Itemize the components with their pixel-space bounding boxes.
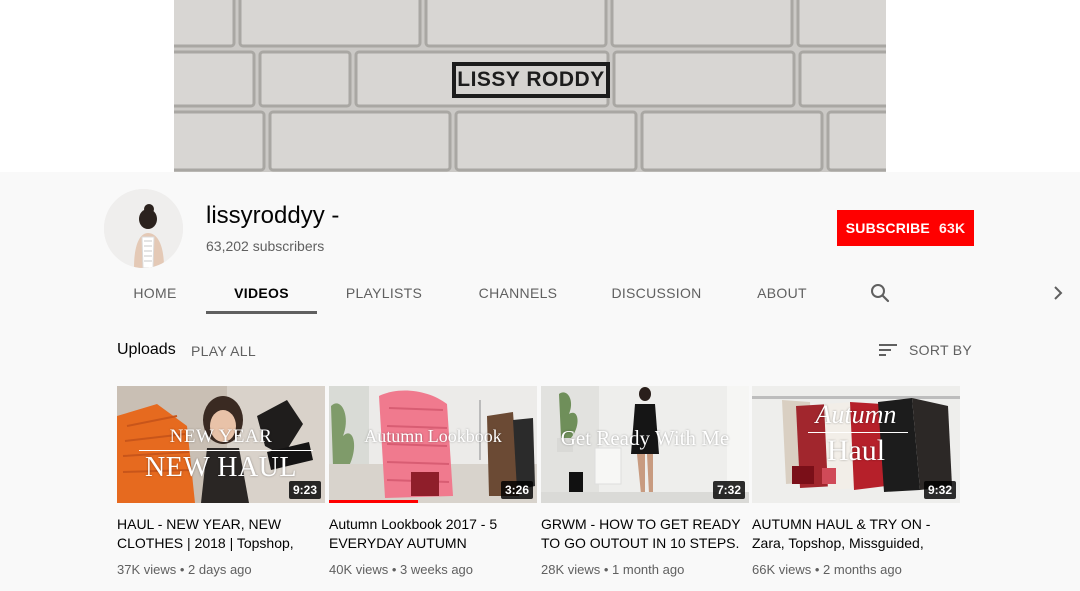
- video-card[interactable]: Get Ready With Me 7:32 GRWM - HOW TO GET…: [541, 386, 749, 577]
- channel-header: lissyroddyy - 63,202 subscribers SUBSCRI…: [0, 172, 1080, 315]
- video-meta: 37K views • 2 days ago: [117, 562, 252, 577]
- channel-tabs: HOME VIDEOS PLAYLISTS CHANNELS DISCUSSIO…: [0, 271, 1080, 315]
- avatar-image: [104, 189, 183, 268]
- video-title[interactable]: GRWM - HOW TO GET READY TO GO OUTOUT IN …: [541, 515, 749, 553]
- channel-logo: LISSY RODDY: [452, 62, 610, 98]
- video-duration: 7:32: [712, 481, 745, 499]
- video-duration: 9:32: [923, 481, 956, 499]
- channel-banner: LISSY RODDY: [174, 0, 886, 172]
- video-thumbnail[interactable]: Get Ready With Me 7:32: [541, 386, 749, 503]
- channel-avatar[interactable]: [104, 189, 183, 268]
- chevron-right-icon[interactable]: [1046, 281, 1070, 305]
- sort-by-button[interactable]: SORT BY: [909, 342, 972, 358]
- video-title[interactable]: HAUL - NEW YEAR, NEW CLOTHES | 2018 | To…: [117, 515, 325, 553]
- video-card[interactable]: Autumn Lookbook 3:26 Autumn Lookbook 201…: [329, 386, 537, 577]
- tab-videos[interactable]: VIDEOS: [206, 271, 317, 315]
- video-duration: 9:23: [288, 481, 321, 499]
- subscribe-label: SUBSCRIBE: [845, 220, 930, 236]
- thumbnail-caption-line1: NEW YEAR: [169, 426, 273, 447]
- video-meta: 40K views • 3 weeks ago: [329, 562, 474, 577]
- uploads-title: Uploads: [117, 341, 176, 358]
- subscribe-count: 63K: [938, 220, 966, 236]
- subscribe-button[interactable]: SUBSCRIBE 63K: [837, 210, 974, 246]
- video-thumbnail[interactable]: Autumn Haul 9:32: [752, 386, 960, 503]
- thumbnail-divider: [139, 450, 313, 451]
- channel-logo-text: LISSY RODDY: [457, 68, 605, 91]
- video-thumbnail[interactable]: Autumn Lookbook 3:26: [329, 386, 537, 503]
- channel-name[interactable]: lissyroddyy -: [206, 202, 339, 230]
- channel-banner-area: LISSY RODDY: [0, 0, 1080, 172]
- video-title[interactable]: AUTUMN HAUL & TRY ON - Zara, Topshop, Mi…: [752, 515, 960, 553]
- thumbnail-caption: Autumn Lookbook: [364, 426, 502, 446]
- watch-progress-bar: [329, 500, 419, 503]
- video-title[interactable]: Autumn Lookbook 2017 - 5 EVERYDAY AUTUMN: [329, 515, 537, 553]
- thumbnail-caption-line2: Haul: [826, 434, 886, 467]
- thumbnail-caption-line2: NEW HAUL: [144, 452, 297, 483]
- tab-playlists[interactable]: PLAYLISTS: [344, 271, 424, 315]
- video-meta: 66K views • 2 months ago: [752, 562, 902, 577]
- video-meta: 28K views • 1 month ago: [541, 562, 685, 577]
- thumbnail-caption-line1: Autumn: [815, 400, 897, 429]
- video-duration: 3:26: [500, 481, 533, 499]
- sort-icon[interactable]: [876, 338, 900, 362]
- tab-about[interactable]: ABOUT: [754, 271, 810, 315]
- video-thumbnail[interactable]: NEW YEAR NEW HAUL 9:23: [117, 386, 325, 503]
- play-all-button[interactable]: PLAY ALL: [191, 343, 256, 359]
- video-card[interactable]: Autumn Haul 9:32 AUTUMN HAUL & TRY ON - …: [752, 386, 960, 577]
- thumbnail-divider: [808, 432, 908, 433]
- subscriber-count: 63,202 subscribers: [206, 238, 325, 254]
- thumbnail-caption: Get Ready With Me: [560, 426, 730, 450]
- tab-channels[interactable]: CHANNELS: [476, 271, 560, 315]
- video-card[interactable]: NEW YEAR NEW HAUL 9:23 HAUL - NEW YEAR, …: [117, 386, 325, 577]
- tab-discussion[interactable]: DISCUSSION: [611, 271, 702, 315]
- search-icon[interactable]: [868, 281, 892, 305]
- tab-home[interactable]: HOME: [128, 271, 182, 315]
- videos-section: Uploads PLAY ALL SORT BY NEW YEAR NEW HA…: [0, 315, 1080, 591]
